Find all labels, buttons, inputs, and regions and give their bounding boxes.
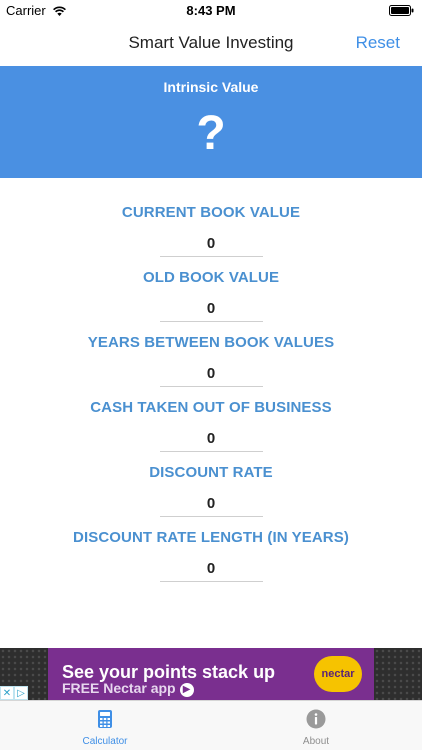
discount-rate-label: DISCOUNT RATE [149, 464, 273, 481]
ad-subline: FREE Nectar app ▶ [62, 680, 194, 697]
intrinsic-value-result: ? [196, 107, 226, 160]
field-years-between: YEARS BETWEEN BOOK VALUES [0, 334, 422, 387]
field-current-book-value: CURRENT BOOK VALUE [0, 204, 422, 257]
ad-pattern-right [374, 648, 422, 700]
info-icon [306, 709, 326, 729]
status-time: 8:43 PM [186, 3, 236, 18]
current-book-value-label: CURRENT BOOK VALUE [121, 204, 301, 221]
cash-taken-out-label: CASH TAKEN OUT OF BUSINESS [90, 399, 332, 416]
nectar-logo: nectar [314, 656, 362, 692]
battery-icon [389, 5, 414, 16]
ad-banner[interactable]: See your points stack up FREE Nectar app… [0, 648, 422, 700]
field-discount-rate: DISCOUNT RATE [0, 464, 422, 517]
ad-content[interactable]: See your points stack up FREE Nectar app… [48, 648, 374, 700]
intrinsic-value-label: Intrinsic Value [163, 79, 259, 95]
reset-button[interactable]: Reset [356, 33, 400, 53]
field-discount-rate-length: DISCOUNT RATE LENGTH (IN YEARS) [0, 529, 422, 582]
tab-bar: Calculator About [0, 700, 422, 750]
discount-rate-length-label: DISCOUNT RATE LENGTH (IN YEARS) [73, 529, 349, 546]
discount-rate-length-input[interactable] [159, 556, 263, 582]
ad-subline-text: FREE Nectar app [62, 680, 176, 696]
old-book-value-label: OLD BOOK VALUE [142, 269, 280, 286]
discount-rate-input[interactable] [159, 491, 263, 517]
field-cash-taken-out: CASH TAKEN OUT OF BUSINESS [0, 399, 422, 452]
adchoices-icon[interactable]: ▷ [14, 686, 28, 700]
years-between-input[interactable] [159, 361, 263, 387]
cash-taken-out-input[interactable] [159, 426, 263, 452]
old-book-value-input[interactable] [159, 296, 263, 322]
tab-calculator[interactable]: Calculator [35, 701, 175, 750]
adchoices-badge[interactable]: ✕ ▷ [0, 686, 28, 700]
navigation-bar: Smart Value Investing Reset [0, 22, 422, 66]
calculator-icon [98, 710, 112, 728]
tab-about[interactable]: About [246, 701, 386, 750]
chevron-right-icon: ▶ [179, 683, 194, 697]
field-old-book-value: OLD BOOK VALUE [0, 269, 422, 322]
tab-calculator-label: Calculator [82, 736, 128, 747]
close-icon[interactable]: ✕ [0, 686, 14, 700]
years-between-label: YEARS BETWEEN BOOK VALUES [87, 334, 335, 351]
current-book-value-input[interactable] [159, 231, 263, 257]
tab-about-label: About [302, 736, 330, 747]
intrinsic-value-banner: Intrinsic Value ? [0, 66, 422, 178]
status-bar: Carrier 8:43 PM [0, 0, 422, 22]
